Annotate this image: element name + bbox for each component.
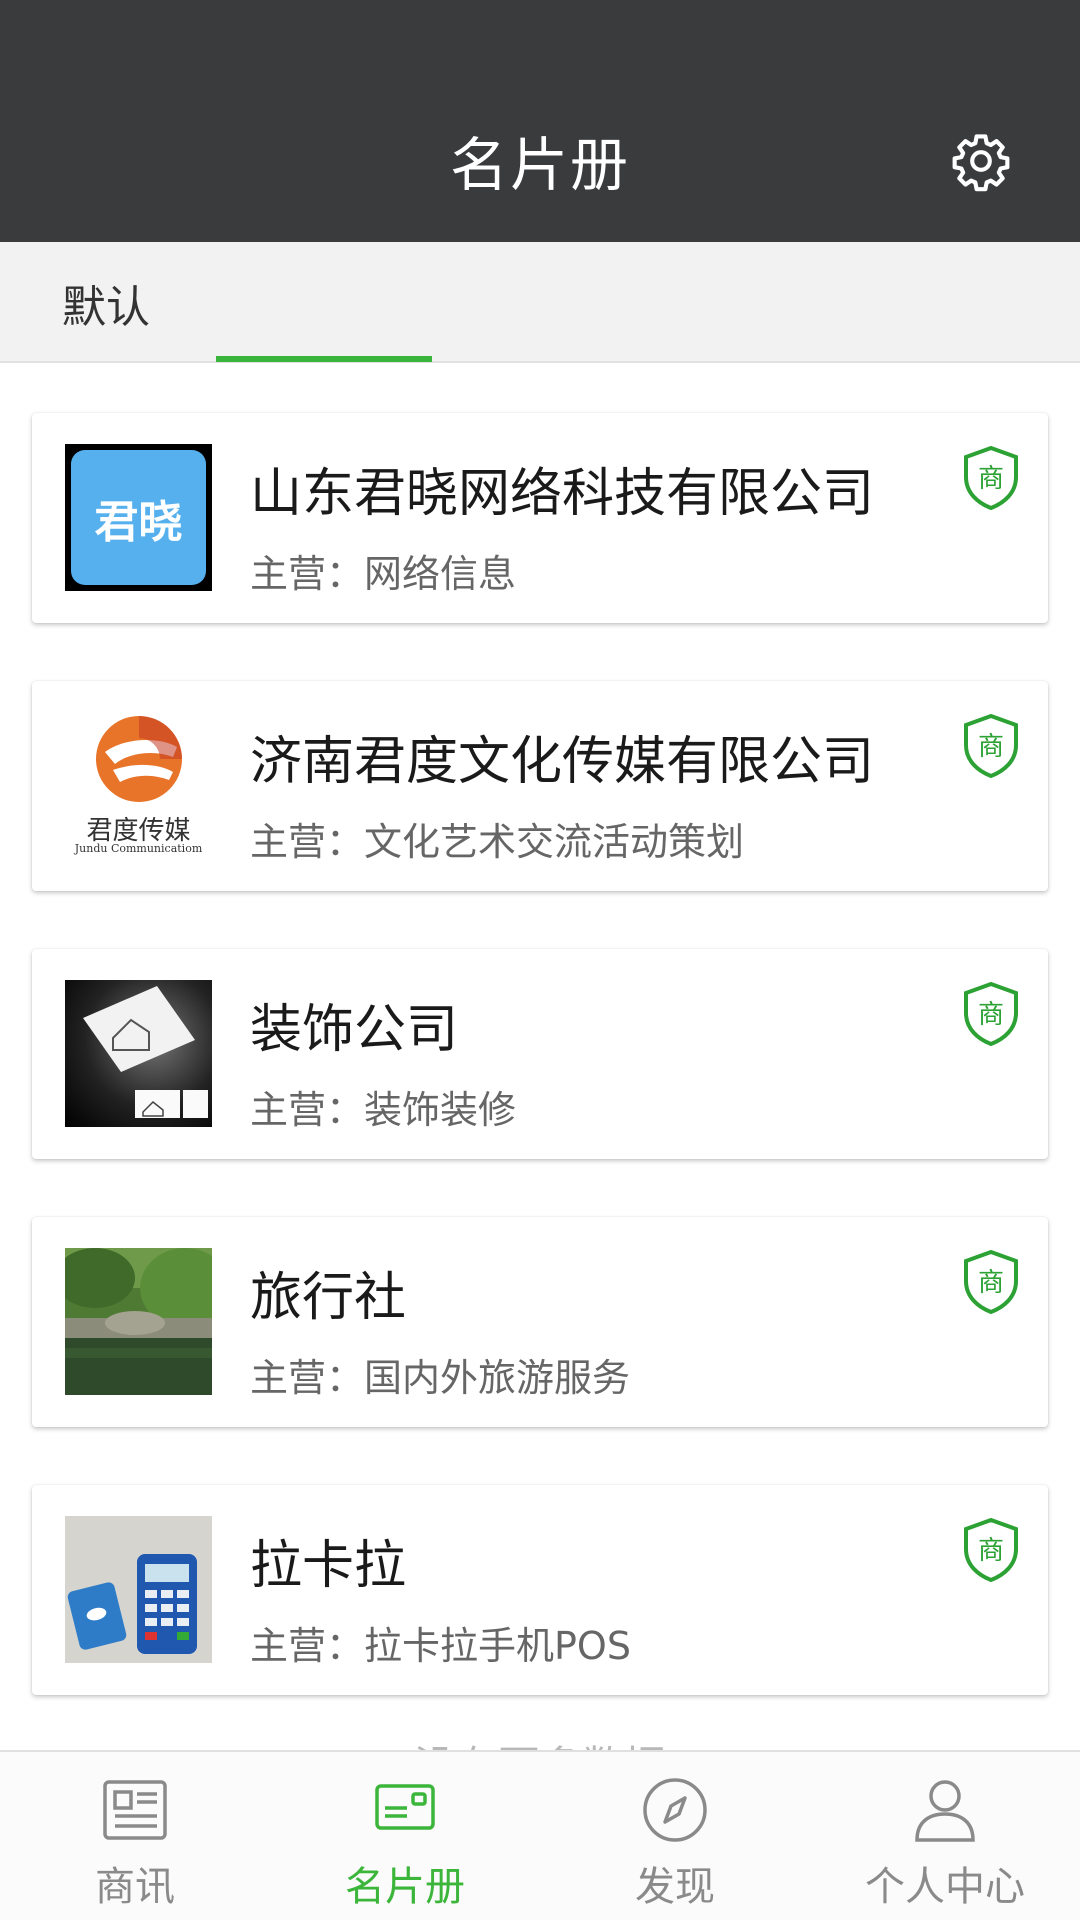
- gear-icon: [952, 134, 1010, 192]
- company-business: 主营：装饰装修: [250, 1088, 517, 1132]
- company-name: 济南君度文化传媒有限公司: [250, 732, 875, 792]
- badge-text: 商: [978, 1000, 1004, 1030]
- badge-text: 商: [978, 464, 1004, 494]
- merchant-badge: 商: [962, 981, 1020, 1047]
- badge-text: 商: [978, 1268, 1004, 1298]
- decoration-photo: [65, 980, 212, 1127]
- logo-text: 君晓: [94, 496, 183, 548]
- card-icon: [375, 1784, 435, 1830]
- badge-text: 商: [978, 732, 1004, 762]
- app-header: 名片册: [0, 0, 1080, 242]
- company-business: 主营：网络信息: [250, 552, 517, 596]
- pos-device-photo: [65, 1516, 212, 1663]
- nav-label: 个人中心: [865, 1864, 1025, 1910]
- shield-icon: 商: [964, 1517, 1018, 1583]
- company-name: 拉卡拉: [250, 1536, 407, 1596]
- decoration-card-image: [83, 986, 208, 1118]
- company-business: 主营：拉卡拉手机POS: [250, 1624, 631, 1668]
- nav-item-news[interactable]: 商讯: [0, 1752, 270, 1920]
- business-card[interactable]: 君晓 山东君晓网络科技有限公司 主营：网络信息 商: [32, 413, 1048, 623]
- nav-item-discover[interactable]: 发现: [540, 1752, 810, 1920]
- company-business: 主营：文化艺术交流活动策划: [250, 820, 745, 864]
- business-card[interactable]: 拉卡拉 主营：拉卡拉手机POS 商: [32, 1485, 1048, 1695]
- newspaper-icon: [103, 1780, 167, 1840]
- business-card[interactable]: 装饰公司 主营：装饰装修 商: [32, 949, 1048, 1159]
- company-name: 山东君晓网络科技有限公司: [250, 464, 875, 524]
- nav-label: 发现: [635, 1864, 715, 1910]
- tab-active-indicator: [216, 356, 432, 362]
- business-card[interactable]: 旅行社 主营：国内外旅游服务 商: [32, 1217, 1048, 1427]
- junxiao-logo: 君晓: [65, 444, 212, 591]
- page-title: 名片册: [449, 131, 630, 199]
- pos-device-image: [65, 1516, 212, 1663]
- no-more-data-text: 没有更多数据: [0, 1733, 1080, 1750]
- company-business: 主营：国内外旅游服务: [250, 1356, 631, 1400]
- shield-icon: 商: [964, 445, 1018, 511]
- badge-text: 商: [978, 1536, 1004, 1566]
- nav-item-profile[interactable]: 个人中心: [810, 1752, 1080, 1920]
- business-card-list[interactable]: 君晓 山东君晓网络科技有限公司 主营：网络信息 商 君度传媒 Jundu Com…: [0, 363, 1080, 1750]
- merchant-badge: 商: [962, 713, 1020, 779]
- jundu-emblem: [96, 716, 182, 802]
- category-tabbar: 默认: [0, 242, 1080, 363]
- company-name: 旅行社: [250, 1268, 407, 1328]
- person-icon: [915, 1780, 975, 1842]
- shield-icon: 商: [964, 1249, 1018, 1315]
- company-name: 装饰公司: [250, 1000, 459, 1060]
- bottom-navigation: 商讯 名片册 发现 个人中心: [0, 1750, 1080, 1920]
- garden-image: [65, 1248, 212, 1395]
- logo-subtext: Jundu Communicatiom: [74, 842, 203, 855]
- settings-button[interactable]: [946, 126, 1016, 196]
- tab-default[interactable]: 默认: [62, 242, 150, 363]
- shield-icon: 商: [964, 713, 1018, 779]
- nav-item-cardbook[interactable]: 名片册: [270, 1752, 540, 1920]
- garden-photo: [65, 1248, 212, 1395]
- merchant-badge: 商: [962, 445, 1020, 511]
- jundu-logo: 君度传媒 Jundu Communicatiom: [65, 712, 212, 859]
- merchant-badge: 商: [962, 1249, 1020, 1315]
- shield-icon: 商: [964, 981, 1018, 1047]
- nav-label: 商讯: [95, 1864, 175, 1910]
- merchant-badge: 商: [962, 1517, 1020, 1583]
- compass-icon: [643, 1778, 707, 1842]
- nav-label: 名片册: [345, 1864, 465, 1910]
- business-card[interactable]: 君度传媒 Jundu Communicatiom 济南君度文化传媒有限公司 主营…: [32, 681, 1048, 891]
